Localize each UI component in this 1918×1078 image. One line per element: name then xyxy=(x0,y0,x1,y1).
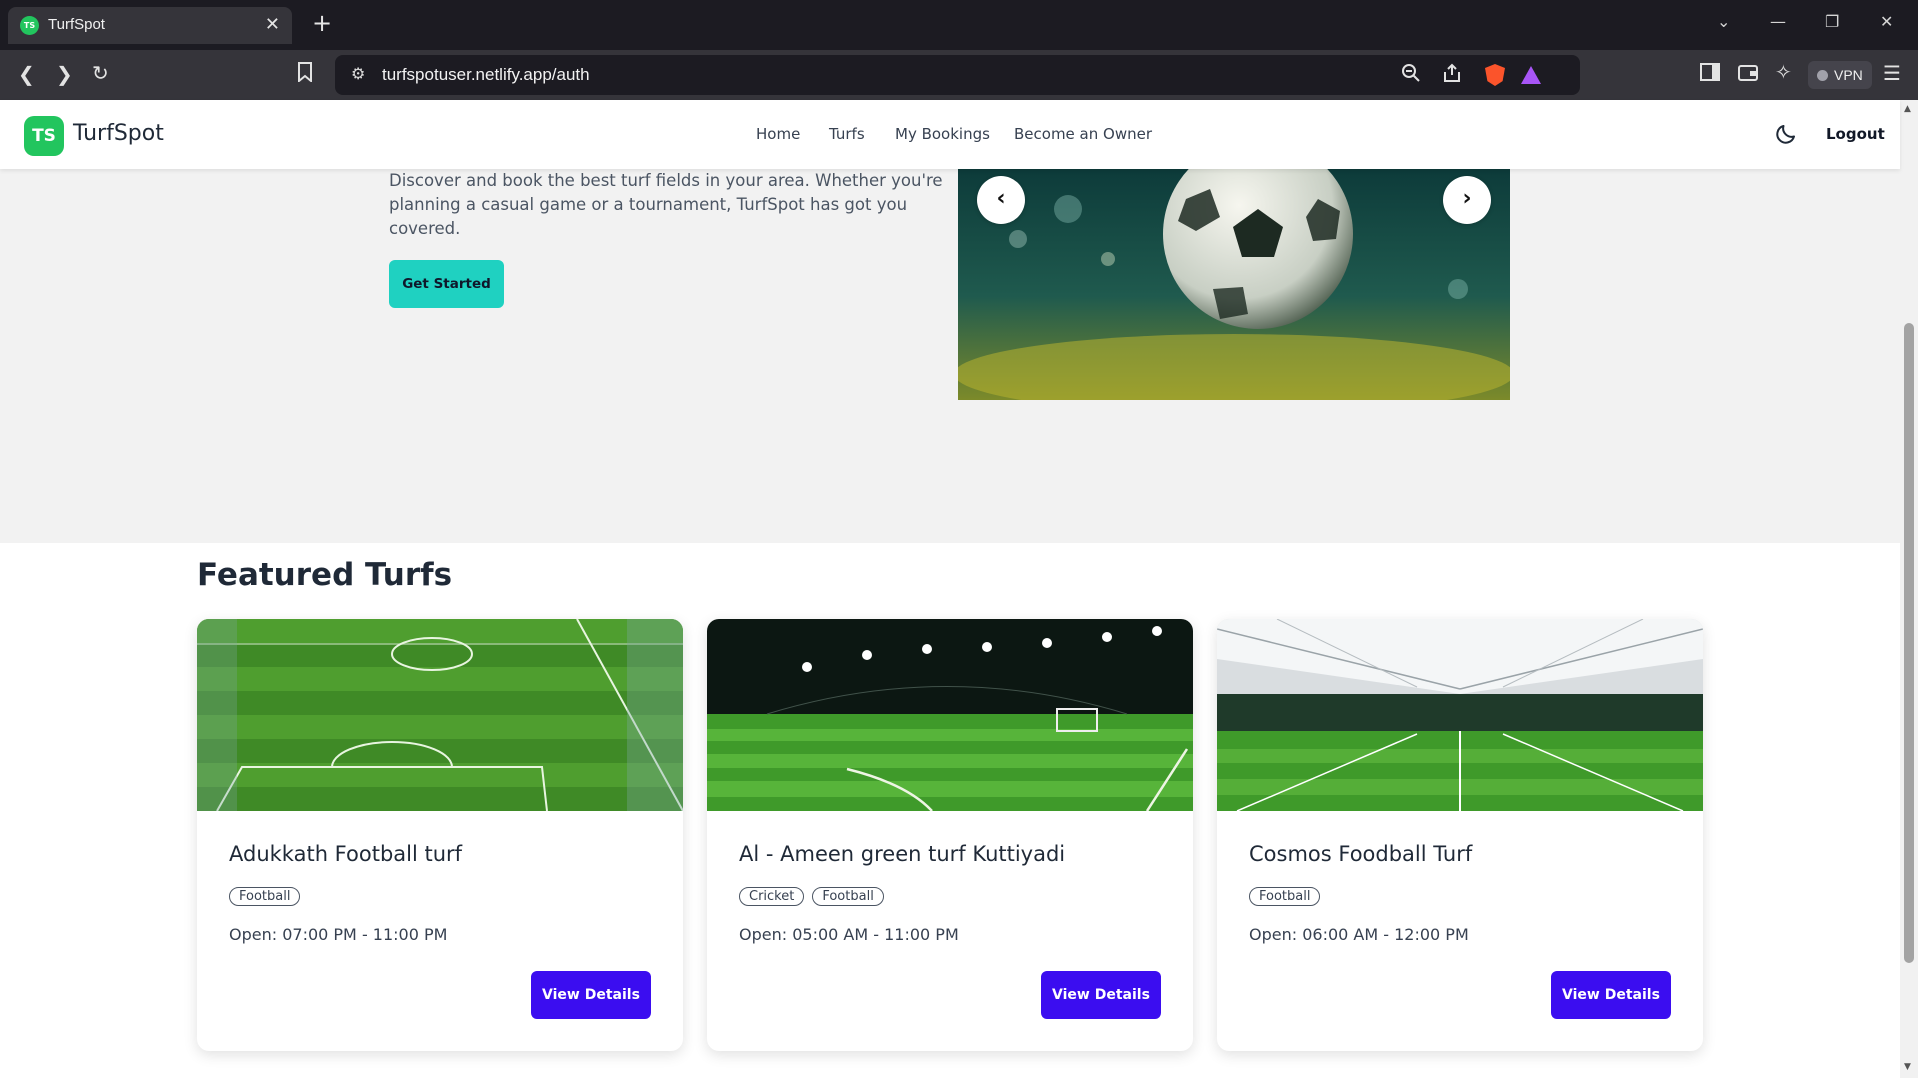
new-tab-icon[interactable]: + xyxy=(312,9,332,37)
nav-turfs[interactable]: Turfs xyxy=(829,125,865,143)
turf-image xyxy=(1217,619,1703,811)
site-header: TS TurfSpot Home Turfs My Bookings Becom… xyxy=(0,100,1900,169)
get-started-button[interactable]: Get Started xyxy=(389,260,504,308)
restore-icon[interactable]: ❐ xyxy=(1825,12,1839,31)
zoom-icon[interactable] xyxy=(1401,63,1421,88)
view-details-button[interactable]: View Details xyxy=(531,971,651,1019)
minimize-icon[interactable]: — xyxy=(1770,12,1786,31)
tab-favicon-icon: TS xyxy=(20,16,39,35)
sport-tag: Football xyxy=(812,887,884,906)
turf-hours: Open: 05:00 AM - 11:00 PM xyxy=(739,925,959,944)
sport-tags: Football xyxy=(1249,887,1321,906)
carousel-next-button[interactable]: › xyxy=(1443,176,1491,224)
url-text[interactable]: turfspotuser.netlify.app/auth xyxy=(382,65,590,85)
turf-hours: Open: 06:00 AM - 12:00 PM xyxy=(1249,925,1469,944)
forward-icon[interactable]: ❯ xyxy=(56,62,73,86)
leo-ai-icon[interactable]: ✧ xyxy=(1775,60,1792,84)
turf-name: Al - Ameen green turf Kuttiyadi xyxy=(739,842,1066,866)
reload-icon[interactable]: ↻ xyxy=(92,61,109,85)
tab-list-chevron-icon[interactable]: ⌄ xyxy=(1717,12,1730,31)
menu-icon[interactable]: ☰ xyxy=(1883,61,1901,85)
logout-button[interactable]: Logout xyxy=(1826,125,1885,143)
sport-tag: Cricket xyxy=(739,887,805,906)
sidebar-icon[interactable] xyxy=(1700,62,1720,86)
vpn-label: VPN xyxy=(1834,67,1863,83)
vpn-button[interactable]: VPN xyxy=(1808,61,1872,89)
sport-tag: Football xyxy=(1249,887,1321,906)
hero-carousel: ‹ › xyxy=(958,169,1510,400)
turf-card: Cosmos Foodball Turf Football Open: 06:0… xyxy=(1217,619,1703,1051)
hero-section: Discover and book the best turf fields i… xyxy=(0,169,1900,543)
view-details-button[interactable]: View Details xyxy=(1551,971,1671,1019)
close-window-icon[interactable]: ✕ xyxy=(1880,12,1893,31)
hero-description: Discover and book the best turf fields i… xyxy=(389,171,943,238)
carousel-prev-button[interactable]: ‹ xyxy=(977,176,1025,224)
turf-card: Adukkath Football turf Football Open: 07… xyxy=(197,619,683,1051)
logo-icon[interactable]: TS xyxy=(24,116,64,156)
sport-tag: Football xyxy=(229,887,301,906)
logo-text[interactable]: TurfSpot xyxy=(73,121,164,146)
tab-title: TurfSpot xyxy=(48,16,105,33)
scroll-down-icon[interactable]: ▼ xyxy=(1904,1062,1911,1072)
sport-tags: Football xyxy=(229,887,301,906)
vpn-status-icon xyxy=(1817,70,1828,81)
view-details-button[interactable]: View Details xyxy=(1041,971,1161,1019)
address-bar[interactable]: ⚙ turfspotuser.netlify.app/auth xyxy=(335,55,1580,95)
nav-become-owner[interactable]: Become an Owner xyxy=(1014,125,1152,143)
turf-name: Adukkath Football turf xyxy=(229,842,463,866)
share-icon[interactable] xyxy=(1442,63,1462,88)
turf-image xyxy=(707,619,1193,811)
turf-name: Cosmos Foodball Turf xyxy=(1249,842,1473,866)
bookmark-icon[interactable] xyxy=(297,62,313,87)
back-icon[interactable]: ❮ xyxy=(18,62,35,86)
brave-shields-icon[interactable] xyxy=(1485,64,1505,86)
brave-rewards-icon[interactable] xyxy=(1521,66,1541,84)
sport-tags: Cricket Football xyxy=(739,887,884,906)
turf-hours: Open: 07:00 PM - 11:00 PM xyxy=(229,925,448,944)
soccer-ball-image xyxy=(958,169,1510,400)
featured-title: Featured Turfs xyxy=(197,557,453,593)
scroll-up-icon[interactable]: ▲ xyxy=(1904,104,1911,114)
browser-tab-bar: TS TurfSpot ✕ + ⌄ — ❐ ✕ xyxy=(0,0,1918,50)
page-scrollbar[interactable]: ▲ ▼ xyxy=(1900,100,1918,1078)
browser-tab[interactable]: TS TurfSpot ✕ xyxy=(8,7,292,44)
wallet-icon[interactable] xyxy=(1738,62,1758,86)
close-tab-icon[interactable]: ✕ xyxy=(265,14,280,35)
nav-home[interactable]: Home xyxy=(756,125,800,143)
turf-card: Al - Ameen green turf Kuttiyadi Cricket … xyxy=(707,619,1193,1051)
turf-image xyxy=(197,619,683,811)
site-settings-icon[interactable]: ⚙ xyxy=(351,64,365,83)
browser-toolbar: ❮ ❯ ↻ ⚙ turfspotuser.netlify.app/auth ✧ … xyxy=(0,50,1918,100)
moon-icon[interactable] xyxy=(1774,122,1798,146)
nav-my-bookings[interactable]: My Bookings xyxy=(895,125,990,143)
scroll-thumb[interactable] xyxy=(1904,323,1914,963)
